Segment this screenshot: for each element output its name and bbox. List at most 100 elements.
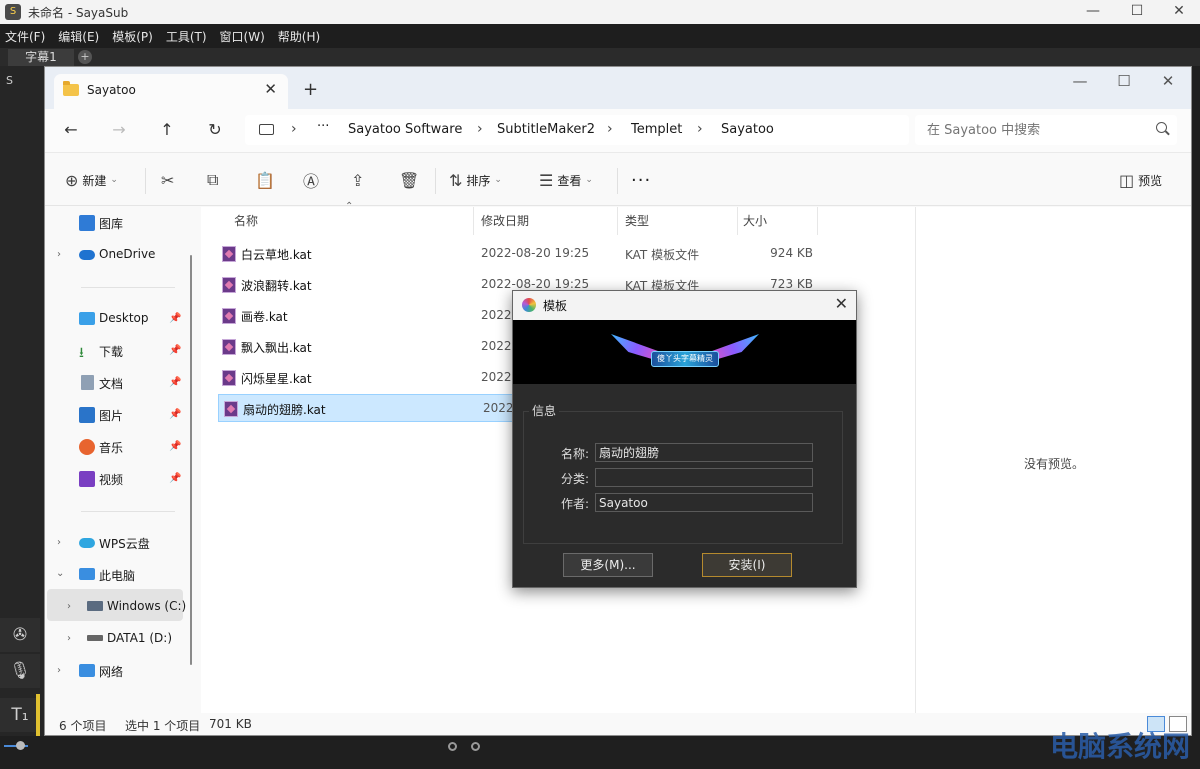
menu-help[interactable]: 帮助(H) [273, 28, 325, 45]
nav-item-drive-d[interactable]: › DATA1 (D:) [45, 625, 185, 653]
breadcrumb[interactable]: Sayatoo [721, 122, 774, 137]
category-field[interactable] [595, 468, 813, 487]
pin-icon[interactable]: 📌 [169, 441, 181, 452]
column-header-type[interactable]: 类型 [625, 207, 649, 235]
nav-scrollbar[interactable] [190, 255, 192, 665]
close-icon[interactable]: ✕ [835, 294, 848, 313]
chevron-right-icon[interactable]: › [57, 665, 61, 676]
nav-item-network[interactable]: › 网络 [45, 657, 185, 685]
file-date: 2022- [481, 339, 516, 353]
microphone-icon[interactable]: 🎙 [0, 654, 40, 688]
pin-icon[interactable]: 📌 [169, 409, 181, 420]
command-bar: ⊕ 新建 ⌄ ✂ ⧉ 📋 Ⓐ ⇪ 🗑 ⇅ 排序 ⌄ ☰ 查看 ⌄ ··· ◫ 预… [45, 154, 1191, 206]
menu-tools[interactable]: 工具(T) [161, 28, 212, 45]
playhead-dot-icon[interactable] [471, 742, 480, 751]
nav-item-onedrive[interactable]: › OneDrive [45, 241, 185, 269]
pin-icon[interactable]: 📌 [169, 345, 181, 356]
chevron-down-icon: ⌄ [110, 175, 118, 185]
more-button[interactable]: 更多(M)... [563, 553, 653, 577]
maximize-icon[interactable]: ☐ [1114, 0, 1160, 24]
share-button[interactable]: ⇪ [351, 168, 368, 192]
up-icon[interactable]: ↑ [155, 119, 179, 141]
cut-button[interactable]: ✂ [161, 168, 178, 192]
close-icon[interactable]: ✕ [1145, 69, 1191, 99]
nav-item-wps-cloud[interactable]: › WPS云盘 [45, 529, 185, 557]
nav-item-drive-c[interactable]: › Windows (C:) [45, 593, 186, 621]
chevron-right-icon[interactable]: › [67, 633, 71, 644]
sort-button[interactable]: ⇅ 排序 ⌄ [449, 168, 502, 192]
nav-item-this-pc[interactable]: ⌄ 此电脑 [45, 561, 185, 589]
menu-template[interactable]: 模板(P) [107, 28, 158, 45]
column-header-size[interactable]: 大小 [743, 207, 767, 235]
nav-item-downloads[interactable]: ⭳ 下载 📌 [45, 337, 185, 365]
menu-window[interactable]: 窗口(W) [215, 28, 270, 45]
pin-icon[interactable]: 📌 [169, 313, 181, 324]
column-divider[interactable] [737, 207, 738, 235]
explorer-tab-label: Sayatoo [87, 83, 136, 97]
film-reel-icon[interactable]: ✇ [0, 618, 40, 652]
app-title-bar: S 未命名 - SayaSub — ☐ ✕ [0, 0, 1200, 24]
column-header-name[interactable]: 名称 [234, 207, 258, 235]
explorer-tab[interactable]: Sayatoo ✕ [54, 74, 288, 109]
rename-button[interactable]: Ⓐ [303, 168, 323, 192]
forward-icon[interactable]: → [107, 119, 131, 141]
zoom-slider-knob[interactable] [16, 741, 25, 750]
chevron-right-icon[interactable]: › [57, 537, 61, 548]
new-tab-icon[interactable]: + [303, 79, 318, 100]
menu-edit[interactable]: 编辑(E) [53, 28, 104, 45]
nav-item-label: 视频 [99, 473, 124, 487]
column-divider[interactable] [817, 207, 818, 235]
rename-icon: Ⓐ [303, 172, 320, 191]
column-divider[interactable] [473, 207, 474, 235]
chevron-down-icon[interactable]: ⌄ [56, 568, 64, 579]
copy-button[interactable]: ⧉ [207, 168, 222, 192]
file-size: 723 KB [770, 277, 813, 291]
file-row[interactable]: 白云草地.kat 2022-08-20 19:25 KAT 模板文件 924 K… [217, 240, 915, 268]
minimize-icon[interactable]: — [1057, 69, 1103, 99]
nav-item-gallery[interactable]: 图库 [45, 209, 185, 237]
more-crumbs-icon[interactable]: ··· [317, 119, 329, 134]
add-tab-icon[interactable]: + [78, 50, 92, 64]
nav-item-music[interactable]: 音乐 📌 [45, 433, 185, 461]
search-icon[interactable] [1156, 122, 1167, 133]
refresh-icon[interactable]: ↻ [203, 119, 227, 141]
search-input[interactable] [927, 121, 1147, 139]
chevron-right-icon[interactable]: › [67, 601, 71, 612]
close-tab-icon[interactable]: ✕ [264, 80, 277, 98]
minimize-icon[interactable]: — [1070, 0, 1116, 24]
file-row-selected[interactable]: 扇动的翅膀.kat 2022- [218, 394, 518, 422]
column-divider[interactable] [617, 207, 618, 235]
back-icon[interactable]: ← [59, 119, 83, 141]
preview-pane-button[interactable]: ◫ 预览 [1119, 168, 1162, 192]
menu-file[interactable]: 文件(F) [0, 28, 50, 45]
side-label: S [6, 74, 13, 87]
column-header-date[interactable]: 修改日期 [481, 207, 529, 235]
name-field[interactable] [595, 443, 813, 462]
maximize-icon[interactable]: ☐ [1101, 69, 1147, 99]
chevron-right-icon[interactable]: › [57, 249, 61, 260]
close-icon[interactable]: ✕ [1156, 0, 1200, 24]
breadcrumb[interactable]: SubtitleMaker2 [497, 122, 595, 137]
text-tool-icon[interactable]: T₁ [0, 698, 40, 732]
delete-button[interactable]: 🗑 [399, 168, 423, 192]
breadcrumb[interactable]: Sayatoo Software [348, 122, 462, 137]
breadcrumb[interactable]: Templet [631, 122, 682, 137]
paste-button[interactable]: 📋 [255, 168, 279, 192]
more-options-icon[interactable]: ··· [631, 168, 651, 192]
nav-item-pictures[interactable]: 图片 📌 [45, 401, 185, 429]
install-button[interactable]: 安装(I) [702, 553, 792, 577]
nav-item-desktop[interactable]: Desktop 📌 [45, 305, 185, 333]
category-label: 分类: [560, 472, 589, 486]
nav-item-documents[interactable]: 文档 📌 [45, 369, 185, 397]
pin-icon[interactable]: 📌 [169, 377, 181, 388]
app-menu-bar: 文件(F) 编辑(E) 模板(P) 工具(T) 窗口(W) 帮助(H) [0, 24, 1200, 48]
playhead-dot-icon[interactable] [448, 742, 457, 751]
new-button[interactable]: ⊕ 新建 ⌄ [65, 168, 118, 192]
nav-item-videos[interactable]: 视频 📌 [45, 465, 185, 493]
author-field[interactable] [595, 493, 813, 512]
address-bar[interactable]: › ··· Sayatoo Software › SubtitleMaker2 … [245, 115, 909, 145]
view-button[interactable]: ☰ 查看 ⌄ [539, 168, 593, 192]
computer-icon [79, 568, 95, 580]
pin-icon[interactable]: 📌 [169, 473, 181, 484]
document-tab[interactable]: 字幕1 [8, 49, 74, 66]
